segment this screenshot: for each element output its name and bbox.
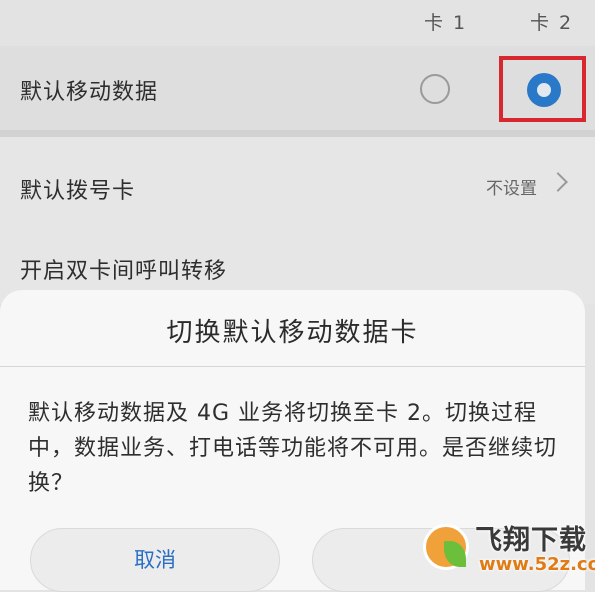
default-mobile-data-row: 默认移动数据 (0, 46, 595, 130)
card2-radio-button[interactable] (527, 73, 561, 107)
dialog-title: 切换默认移动数据卡 (166, 318, 419, 348)
card1-radio-button[interactable] (420, 74, 450, 104)
default-dial-card-value: 不设置 (486, 179, 537, 199)
default-mobile-data-label: 默认移动数据 (20, 80, 159, 105)
dialog-divider (0, 366, 585, 367)
watermark-brand: 飞翔下载 (475, 525, 587, 556)
chevron-right-icon (548, 172, 568, 192)
watermark-logo-icon (423, 524, 469, 570)
default-dial-card-label: 默认拨号卡 (20, 179, 136, 204)
dual-card-forwarding-label: 开启双卡间呼叫转移 (20, 259, 228, 284)
default-dial-card-row[interactable]: 默认拨号卡 不设置 (0, 137, 595, 229)
watermark-site: www.52z.com (479, 554, 595, 575)
dialog-message: 默认移动数据及 4G 业务将切换至卡 2。切换过程中，数据业务、打电话等功能将不… (28, 401, 558, 496)
watermark: 飞翔下载 www.52z.com (415, 516, 595, 584)
card2-column-header: 卡 2 (530, 12, 574, 34)
card1-column-header: 卡 1 (424, 12, 468, 34)
cancel-button[interactable]: 取消 (30, 528, 280, 592)
